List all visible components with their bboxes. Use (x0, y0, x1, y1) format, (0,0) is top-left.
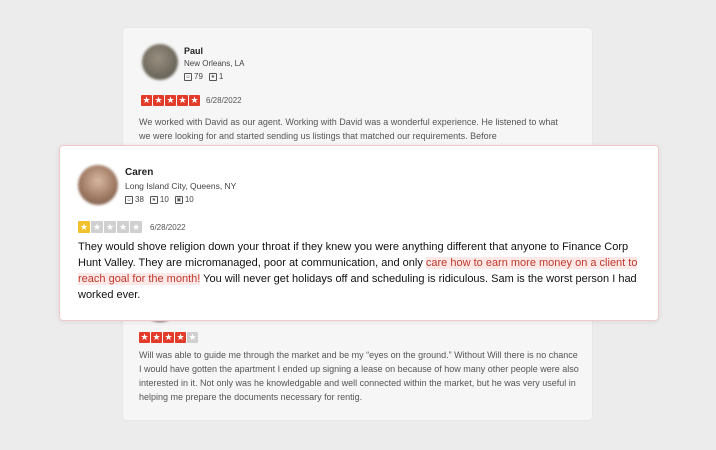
friends-count: 38 (135, 195, 144, 204)
star-rating: ★ ★ ★ ★ ★ (139, 332, 198, 343)
review-text: Will was able to guide me through the ma… (139, 350, 579, 402)
star-icon: ★ (189, 95, 200, 106)
star-icon: ★ (163, 332, 174, 343)
reviewer-stats: ☺ 38 ★ 10 ▣ 10 (125, 195, 194, 204)
avatar[interactable] (142, 44, 178, 80)
star-icon: ★ (130, 221, 142, 233)
highlighted-review-card: Caren Long Island City, Queens, NY ☺ 38 ★… (59, 145, 659, 321)
reviews-icon: ★ (208, 72, 217, 81)
reviewer-location: Long Island City, Queens, NY (125, 181, 237, 191)
review-date: 6/28/2022 (150, 223, 186, 232)
friends-count: 79 (194, 72, 203, 81)
friends-icon: ☺ (184, 72, 192, 81)
avatar[interactable] (78, 165, 118, 205)
reviews-count: 10 (159, 195, 169, 204)
star-icon: ★ (141, 95, 152, 106)
star-icon: ★ (139, 332, 150, 343)
reviewer-location: New Orleans, LA (184, 59, 245, 68)
reviewer-name[interactable]: Paul (184, 46, 203, 56)
friends-icon: ☺ (125, 195, 133, 204)
review-date: 6/28/2022 (206, 96, 242, 105)
star-icon: ★ (177, 95, 188, 106)
reviews-icon: ★ (149, 195, 158, 204)
star-rating: ★ ★ ★ ★ ★ (141, 95, 200, 106)
reviewer-name[interactable]: Caren (125, 167, 153, 178)
star-icon: ★ (78, 221, 90, 233)
star-icon: ★ (151, 332, 162, 343)
star-icon: ★ (104, 221, 116, 233)
star-icon: ★ (117, 221, 129, 233)
star-icon: ★ (165, 95, 176, 106)
photos-count: 10 (184, 195, 194, 204)
star-icon: ★ (175, 332, 186, 343)
review-text: We worked with David as our agent. Worki… (139, 117, 558, 141)
star-icon: ★ (153, 95, 164, 106)
reviews-count: 1 (218, 72, 224, 81)
reviewer-stats: ☺ 79 ★ 1 (184, 72, 223, 81)
star-rating: ★ ★ ★ ★ ★ (78, 221, 142, 233)
star-icon: ★ (91, 221, 103, 233)
star-icon: ★ (187, 332, 198, 343)
review-text: They would shove religion down your thro… (78, 239, 643, 303)
photos-icon: ▣ (174, 195, 183, 204)
